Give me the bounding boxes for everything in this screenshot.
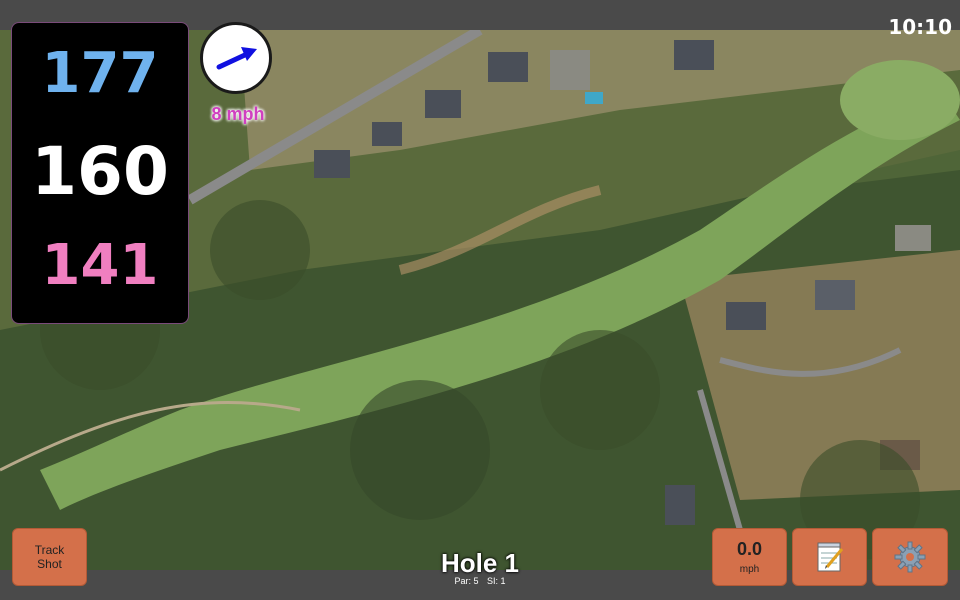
notes-button[interactable] [792, 528, 867, 586]
wind-speed-label: 8 mph [211, 104, 265, 124]
notepad-icon [817, 542, 843, 572]
settings-button[interactable] [872, 528, 948, 586]
hole-title: Hole 1 [440, 548, 520, 578]
hole-info: Hole 1 Par: 5 SI: 1 [380, 548, 580, 586]
track-shot-button[interactable]: Track Shot [12, 528, 87, 586]
gear-icon [894, 541, 926, 573]
front-distance: 141 [41, 233, 159, 298]
distance-panel: 177 160 141 [11, 22, 189, 324]
wind-arrow-icon [216, 47, 257, 70]
track-shot-label-line1: Track [34, 543, 65, 557]
wind-direction-dial [200, 22, 272, 94]
middle-distance: 160 [31, 133, 169, 210]
hole-details: Par: 5 SI: 1 [380, 576, 580, 586]
speed-value: 0.0 [736, 539, 763, 559]
speed-button[interactable]: 0.0 mph [712, 528, 787, 586]
speed-unit: mph [739, 564, 760, 575]
hole-par: Par: 5 [454, 576, 479, 586]
track-shot-label-line2: Shot [37, 557, 62, 571]
hole-stroke-index: SI: 1 [487, 576, 506, 586]
clock: 10:10 [888, 15, 952, 39]
back-distance: 177 [41, 41, 159, 106]
